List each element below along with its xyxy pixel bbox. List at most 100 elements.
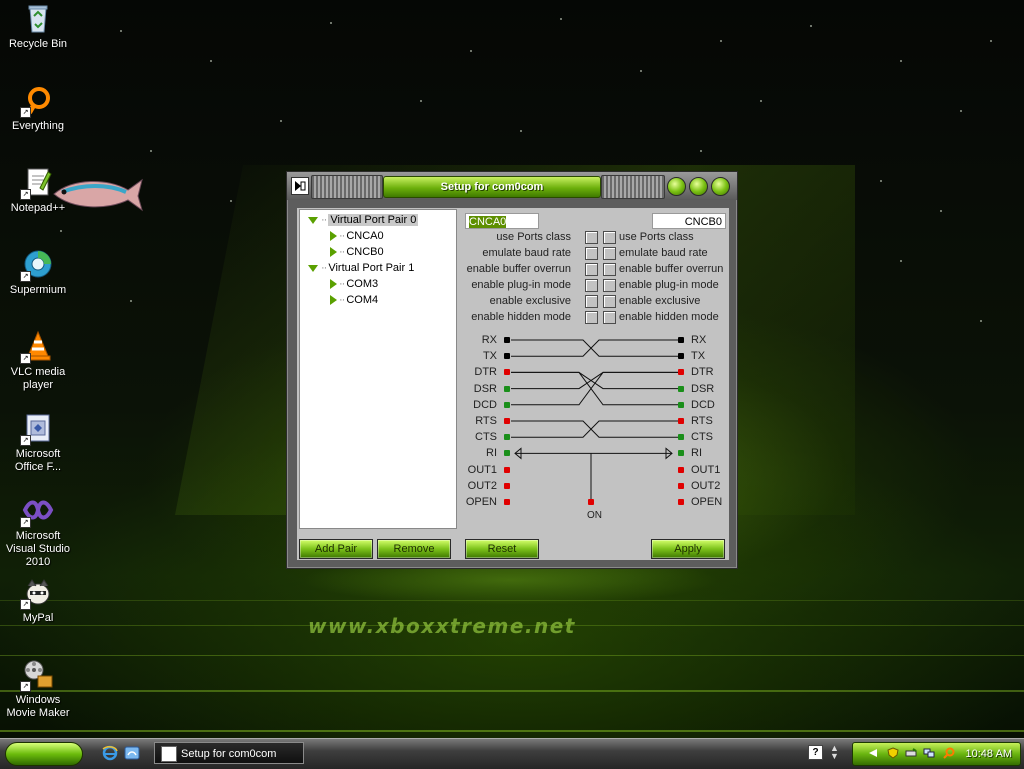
add-pair-button[interactable]: Add Pair xyxy=(299,539,373,559)
close-button[interactable] xyxy=(711,177,730,196)
shortcut-arrow-icon: ↗ xyxy=(20,107,31,118)
signal-pin-right[interactable] xyxy=(678,401,684,408)
star-dot xyxy=(560,18,562,20)
desktop-icon-label: Windows Movie Maker xyxy=(6,694,70,719)
signal-pin-right[interactable] xyxy=(678,353,684,360)
star-dot xyxy=(640,70,642,72)
signal-pin-left[interactable] xyxy=(504,337,510,343)
signal-pin-right[interactable] xyxy=(678,466,684,473)
signal-label-right: DSR xyxy=(691,382,715,395)
signal-label-left: RTS xyxy=(475,415,497,427)
wallpaper-watermark: www.xboxxtreme.net xyxy=(308,614,576,638)
star-dot xyxy=(150,150,152,152)
signal-pin-left[interactable] xyxy=(504,353,510,360)
signal-label-left: RX xyxy=(481,334,497,346)
signal-label-left: DCD xyxy=(473,398,497,411)
fish-cursor-icon xyxy=(48,170,144,219)
signal-labels: RX RX TX TX DTR DTR DSR DSR DCD DCD RTS RTS CTS CTS RI… xyxy=(297,208,729,560)
signal-pin-right[interactable] xyxy=(678,337,684,343)
com0com-app-icon[interactable] xyxy=(291,177,309,195)
office-file-icon: ↗ xyxy=(20,412,54,446)
signal-pin-left[interactable] xyxy=(504,450,510,457)
on-pin[interactable] xyxy=(588,499,594,505)
signal-label-right: RX xyxy=(691,334,707,346)
com0com-setup-window: Setup for com0com ·· Virtual Port Pair 0 … xyxy=(286,171,738,569)
desktop: www.xboxxtreme.net Recycle Bin ↗ Everyth… xyxy=(0,0,1024,738)
safely-remove-hardware-icon[interactable] xyxy=(905,747,917,759)
star-dot xyxy=(900,260,902,262)
desktop-icon-vlc[interactable]: ↗ VLC media player xyxy=(0,330,76,392)
show-hidden-icons-chevron-icon[interactable]: ▲ ▼ xyxy=(830,744,839,761)
signal-pin-left[interactable] xyxy=(504,482,510,489)
tray-arrow-icon[interactable] xyxy=(867,747,879,759)
star-dot xyxy=(520,130,522,132)
signal-pin-right[interactable] xyxy=(678,418,684,424)
signal-pin-right[interactable] xyxy=(678,450,684,457)
star-dot xyxy=(700,150,702,152)
desktop-icon-movie-maker[interactable]: ↗ Windows Movie Maker xyxy=(0,658,76,720)
signal-pin-left[interactable] xyxy=(504,434,510,441)
desktop-icon-mypal[interactable]: ↗ MyPal xyxy=(0,576,76,625)
desktop-icon-recycle-bin[interactable]: Recycle Bin xyxy=(0,2,76,51)
desktop-icon-everything[interactable]: ↗ Everything xyxy=(0,84,76,133)
taskbar: Setup for com0com ? ▲ ▼ 10:48 AM xyxy=(0,738,1024,769)
taskbar-item-label: Setup for com0com xyxy=(181,748,277,760)
help-icon[interactable]: ? xyxy=(808,745,823,760)
security-shield-icon[interactable] xyxy=(887,747,899,759)
show-desktop-icon[interactable] xyxy=(124,745,140,761)
start-button[interactable] xyxy=(5,742,83,766)
system-tray: 10:48 AM xyxy=(852,742,1021,766)
mypal-browser-icon: ↗ xyxy=(20,576,54,610)
reset-button[interactable]: Reset xyxy=(465,539,539,559)
signal-pin-left[interactable] xyxy=(504,418,510,424)
shortcut-arrow-icon: ↗ xyxy=(20,353,31,364)
com0com-app-icon xyxy=(161,746,177,762)
remove-button[interactable]: Remove xyxy=(377,539,451,559)
search-icon[interactable] xyxy=(943,747,955,759)
internet-explorer-icon[interactable] xyxy=(102,745,118,761)
signal-label-right: RI xyxy=(691,447,702,460)
desktop-icon-visual-studio[interactable]: ↗ Microsoft Visual Studio 2010 xyxy=(0,494,76,569)
shortcut-arrow-icon: ↗ xyxy=(20,517,31,528)
star-dot xyxy=(760,100,762,102)
signal-pin-left[interactable] xyxy=(504,385,510,392)
open-on-label: ON xyxy=(587,510,602,521)
desktop-icon-label: Supermium xyxy=(9,284,67,296)
signal-pin-left[interactable] xyxy=(504,499,510,505)
signal-label-right: DTR xyxy=(691,366,714,379)
signal-label-right: DCD xyxy=(691,398,715,411)
star-dot xyxy=(130,300,132,302)
title-grip-right xyxy=(601,175,665,199)
star-dot xyxy=(420,100,422,102)
signal-pin-left[interactable] xyxy=(504,369,510,376)
signal-label-left: TX xyxy=(482,350,497,363)
network-icon[interactable] xyxy=(923,747,935,759)
everything-search-icon: ↗ xyxy=(20,84,54,118)
minimize-button[interactable] xyxy=(667,177,686,196)
signal-pin-left[interactable] xyxy=(504,401,510,408)
signal-pin-right[interactable] xyxy=(678,369,684,376)
desktop-icon-office[interactable]: ↗ Microsoft Office F... xyxy=(0,412,76,474)
signal-pin-left[interactable] xyxy=(504,466,510,473)
signal-pin-right[interactable] xyxy=(678,385,684,392)
signal-pin-right[interactable] xyxy=(678,434,684,441)
star-dot xyxy=(280,120,282,122)
shortcut-arrow-icon: ↗ xyxy=(20,599,31,610)
desktop-icon-supermium[interactable]: ↗ Supermium xyxy=(0,248,76,297)
star-dot xyxy=(330,22,332,24)
signal-pin-right[interactable] xyxy=(678,499,684,505)
star-dot xyxy=(940,210,942,212)
star-dot xyxy=(960,110,962,112)
desktop-icon-label: Microsoft Visual Studio 2010 xyxy=(5,530,70,568)
apply-button[interactable]: Apply xyxy=(651,539,725,559)
window-title: Setup for com0com xyxy=(383,176,601,198)
signal-label-right: CTS xyxy=(691,431,713,444)
maximize-button[interactable] xyxy=(689,177,708,196)
taskbar-item-setup-com0com[interactable]: Setup for com0com xyxy=(154,742,304,764)
recycle-bin-icon xyxy=(22,2,54,34)
grid-horizontal-line xyxy=(0,600,1024,601)
signal-label-left: OUT1 xyxy=(467,463,497,476)
visual-studio-icon: ↗ xyxy=(20,494,54,528)
title-bar[interactable]: Setup for com0com xyxy=(287,172,737,200)
signal-pin-right[interactable] xyxy=(678,482,684,489)
